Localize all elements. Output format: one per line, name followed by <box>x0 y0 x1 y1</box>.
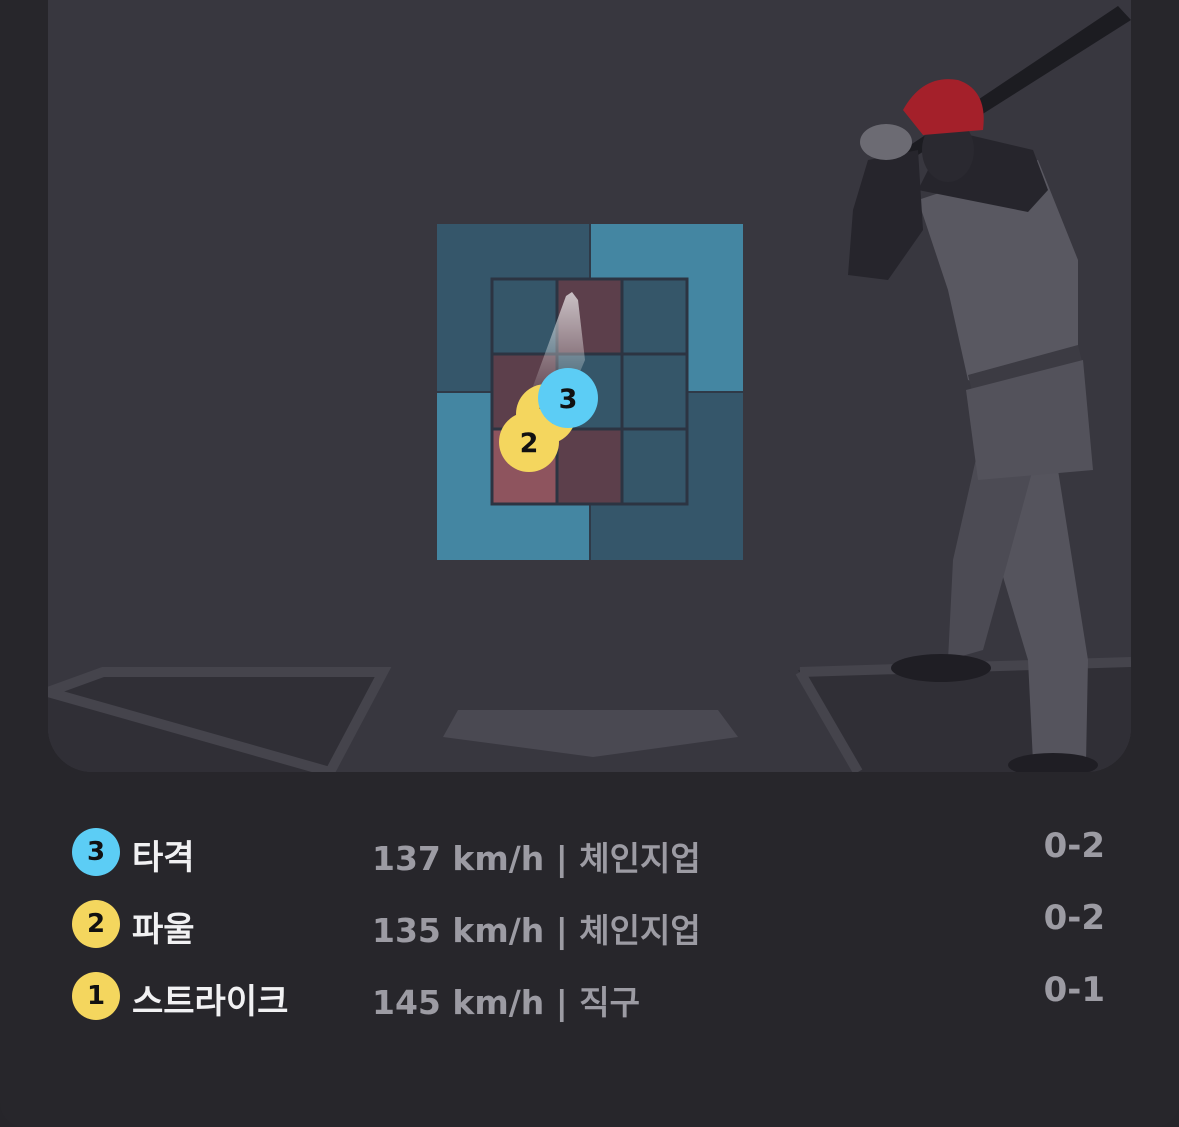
pitch-speed-type: 137 km/h | 체인지업 <box>372 839 701 878</box>
zone-cell-0-0 <box>490 277 559 356</box>
marker-2-label: 2 <box>520 428 539 459</box>
zone-cell-2-1 <box>555 427 624 506</box>
home-plate <box>443 710 738 757</box>
pitch-result: 파울 <box>132 910 195 950</box>
pitch-speed-type: 135 km/h | 체인지업 <box>372 911 701 950</box>
marker-3-label: 3 <box>559 384 578 415</box>
marker-3[interactable]: 3 <box>538 368 598 428</box>
pitch-row[interactable]: 1 스트라이크 145 km/h | 직구 0-1 <box>0 960 1179 1022</box>
zone-cell-2-2 <box>620 427 689 506</box>
pitch-row[interactable]: 3 타격 137 km/h | 체인지업 0-2 <box>0 816 1179 878</box>
pitch-tracker-card: 1 2 3 <box>0 0 1179 1127</box>
zone-cell-1-2 <box>620 352 689 431</box>
pitch-speed-type: 145 km/h | 직구 <box>372 983 641 1022</box>
zone-cell-0-2 <box>620 277 689 356</box>
pitch-result: 스트라이크 <box>132 982 289 1022</box>
pitch-number-badge: 2 <box>72 900 120 948</box>
pitch-count: 0-2 <box>1043 898 1105 938</box>
pitch-row[interactable]: 2 파울 135 km/h | 체인지업 0-2 <box>0 888 1179 950</box>
pitch-number-badge: 3 <box>72 828 120 876</box>
pitch-field-view: 1 2 3 <box>48 0 1131 772</box>
field-graphic: 1 2 3 <box>48 6 1131 772</box>
batter-silhouette <box>848 6 1131 772</box>
pitch-count: 0-1 <box>1043 970 1105 1010</box>
pitch-count: 0-2 <box>1043 826 1105 866</box>
pitch-result: 타격 <box>132 838 195 878</box>
pitch-number-badge: 1 <box>72 972 120 1020</box>
